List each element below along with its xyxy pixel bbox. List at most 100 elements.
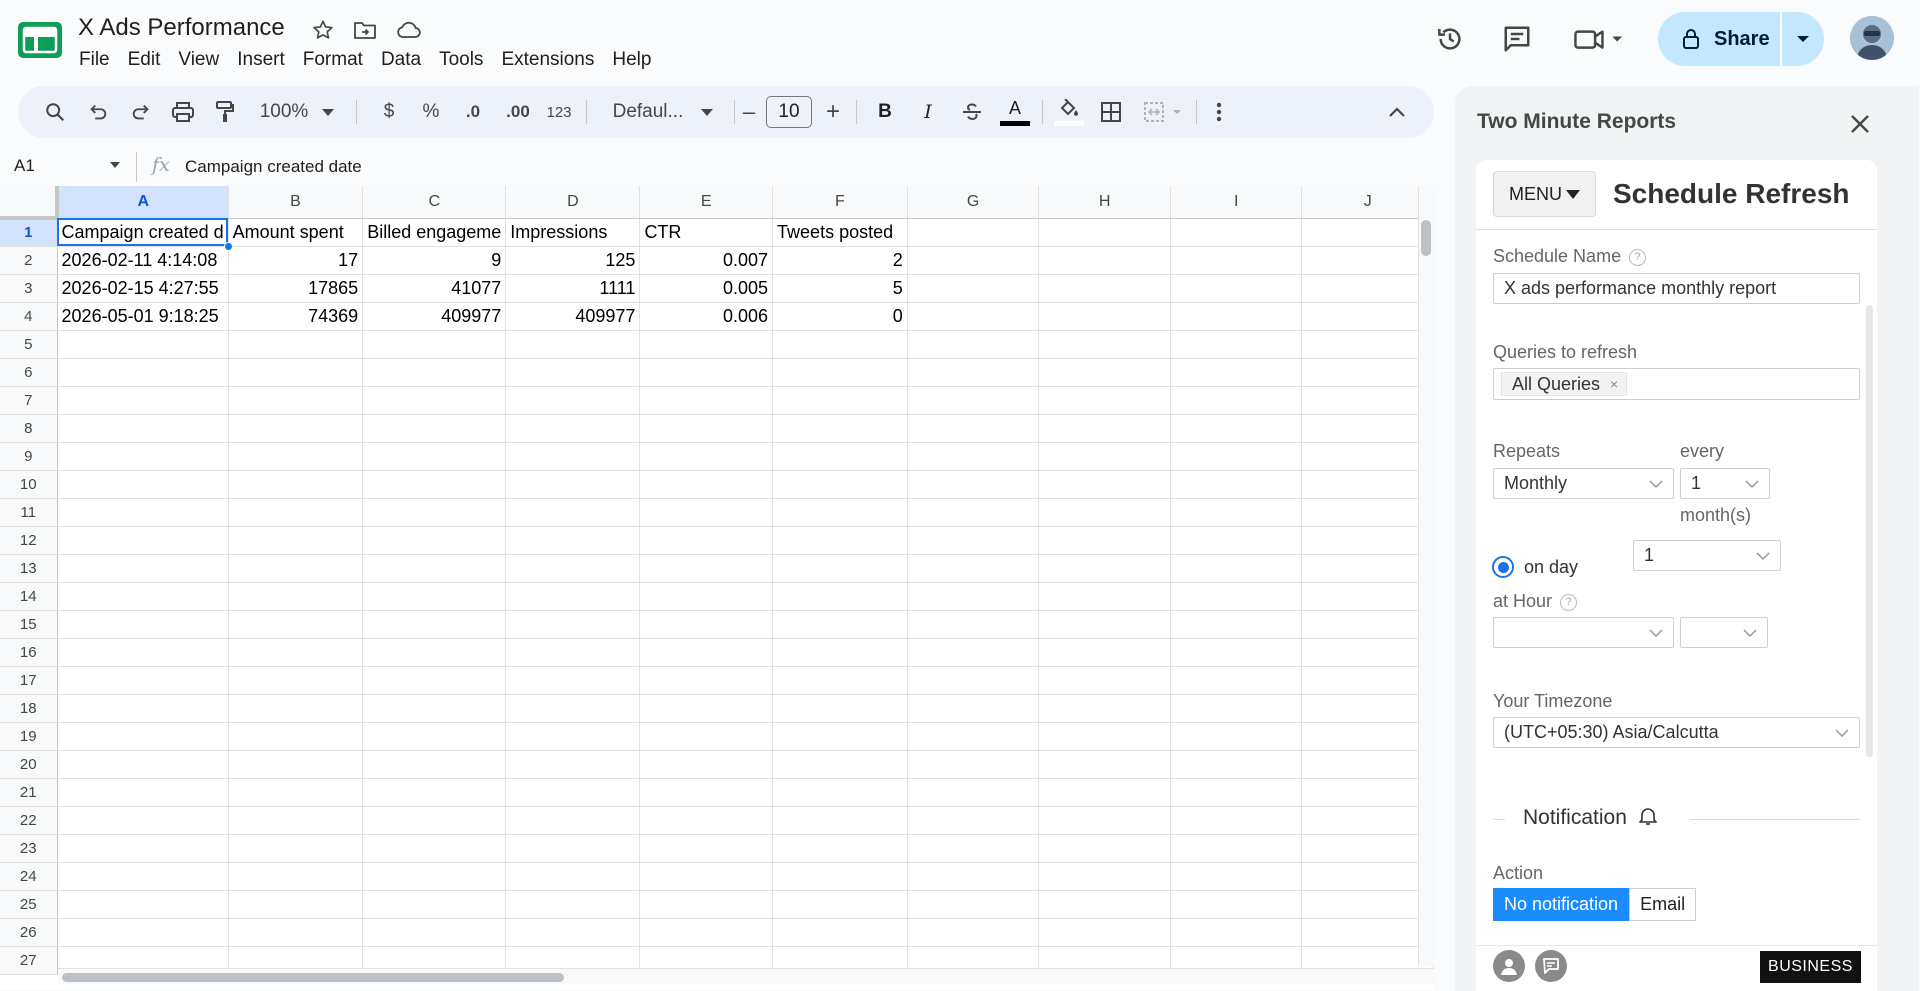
search-menus-icon[interactable]: [38, 86, 72, 138]
cell[interactable]: [1170, 862, 1303, 891]
sidebar-scrollbar[interactable]: [1866, 305, 1873, 757]
cell[interactable]: [362, 414, 507, 443]
cell[interactable]: [228, 414, 364, 443]
cell[interactable]: [1038, 218, 1172, 247]
decrease-decimal-button[interactable]: .0: [456, 86, 490, 138]
cell[interactable]: [1038, 330, 1172, 359]
cell[interactable]: [639, 694, 774, 723]
cell[interactable]: 74369: [228, 302, 364, 331]
cell[interactable]: [228, 442, 364, 471]
cell[interactable]: [362, 722, 507, 751]
star-icon[interactable]: [310, 17, 336, 43]
cell[interactable]: [907, 470, 1040, 499]
cell[interactable]: [639, 610, 774, 639]
cell[interactable]: [1170, 834, 1303, 863]
cell[interactable]: [639, 470, 774, 499]
cell[interactable]: [1301, 302, 1434, 331]
cell[interactable]: [57, 610, 229, 639]
row-header[interactable]: 7: [0, 386, 58, 415]
cell[interactable]: Billed engageme: [362, 218, 507, 247]
cell[interactable]: [362, 750, 507, 779]
cell[interactable]: [1301, 694, 1434, 723]
cell[interactable]: [1170, 694, 1303, 723]
cell[interactable]: [1038, 862, 1172, 891]
cell[interactable]: [772, 722, 908, 751]
vertical-scroll-thumb[interactable]: [1421, 220, 1431, 256]
on-day-radio[interactable]: [1492, 556, 1514, 578]
column-header[interactable]: C: [362, 186, 507, 219]
cell[interactable]: [1301, 414, 1434, 443]
vertical-scrollbar[interactable]: [1418, 186, 1434, 966]
cell[interactable]: [1301, 554, 1434, 583]
fill-handle[interactable]: [223, 241, 233, 251]
cell[interactable]: [57, 750, 229, 779]
row-header[interactable]: 19: [0, 722, 58, 751]
cell[interactable]: [505, 414, 641, 443]
cell[interactable]: [362, 638, 507, 667]
cell[interactable]: [1170, 442, 1303, 471]
cell[interactable]: [228, 778, 364, 807]
paint-format-icon[interactable]: [208, 86, 242, 138]
cell[interactable]: [907, 750, 1040, 779]
cell[interactable]: [907, 582, 1040, 611]
cell[interactable]: [362, 666, 507, 695]
cell[interactable]: [1301, 834, 1434, 863]
cell[interactable]: [362, 470, 507, 499]
cell[interactable]: [1301, 526, 1434, 555]
cell[interactable]: 0.006: [639, 302, 774, 331]
cell[interactable]: [1170, 806, 1303, 835]
cell[interactable]: [639, 498, 774, 527]
cell[interactable]: [1301, 722, 1434, 751]
cell[interactable]: [1170, 246, 1303, 275]
row-header[interactable]: 12: [0, 526, 58, 555]
cell[interactable]: [57, 694, 229, 723]
cell[interactable]: [57, 890, 229, 919]
cell[interactable]: [228, 470, 364, 499]
column-header[interactable]: B: [228, 186, 364, 219]
cell[interactable]: [907, 890, 1040, 919]
cell[interactable]: [639, 806, 774, 835]
cell[interactable]: [1038, 694, 1172, 723]
cell[interactable]: 0: [772, 302, 908, 331]
cell[interactable]: [1301, 862, 1434, 891]
row-header[interactable]: 25: [0, 890, 58, 919]
cell[interactable]: [228, 330, 364, 359]
cell[interactable]: [1038, 414, 1172, 443]
cell[interactable]: [907, 246, 1040, 275]
collapse-menus-icon[interactable]: [1380, 86, 1414, 138]
cell[interactable]: [1170, 638, 1303, 667]
cell[interactable]: [1038, 498, 1172, 527]
cell[interactable]: [228, 610, 364, 639]
cell[interactable]: [772, 638, 908, 667]
cell[interactable]: 409977: [505, 302, 641, 331]
menu-help[interactable]: Help: [603, 47, 660, 75]
help-icon[interactable]: ?: [1629, 248, 1647, 266]
cell[interactable]: [228, 582, 364, 611]
more-formats-button[interactable]: 123: [542, 86, 576, 138]
cell[interactable]: [639, 890, 774, 919]
sheets-logo-icon[interactable]: [18, 22, 62, 58]
cell[interactable]: [639, 526, 774, 555]
remove-tag-icon[interactable]: ×: [1610, 376, 1618, 392]
row-header[interactable]: 4: [0, 302, 58, 331]
cell[interactable]: [505, 666, 641, 695]
cell[interactable]: [362, 806, 507, 835]
cell[interactable]: [505, 834, 641, 863]
cell[interactable]: [1038, 442, 1172, 471]
cell[interactable]: 17865: [228, 274, 364, 303]
cell[interactable]: Amount spent: [228, 218, 364, 247]
cell[interactable]: [1170, 722, 1303, 751]
column-header[interactable]: E: [639, 186, 774, 219]
cell[interactable]: [907, 834, 1040, 863]
cell[interactable]: [228, 722, 364, 751]
meet-video-icon[interactable]: [1570, 19, 1630, 59]
cloud-saved-icon[interactable]: [395, 17, 421, 43]
cell[interactable]: [1038, 722, 1172, 751]
cell[interactable]: [907, 218, 1040, 247]
cell[interactable]: 2026-02-15 4:27:55: [57, 274, 229, 303]
cell[interactable]: [1038, 358, 1172, 387]
cell[interactable]: [228, 386, 364, 415]
hour-select[interactable]: [1493, 617, 1674, 648]
cell[interactable]: [505, 554, 641, 583]
profile-icon[interactable]: [1493, 950, 1525, 982]
